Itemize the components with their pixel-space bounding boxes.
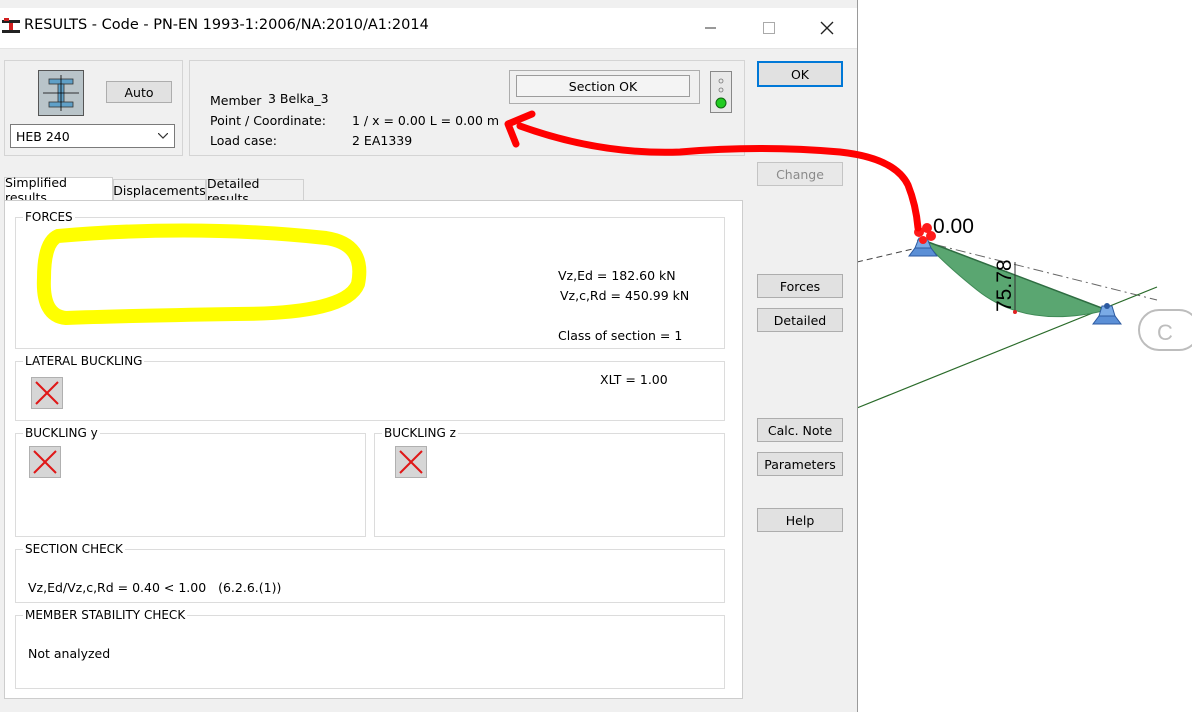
lateral-buckling-title: LATERAL BUCKLING xyxy=(23,354,145,368)
app-icon xyxy=(2,18,20,33)
forces-button[interactable]: Forces xyxy=(757,274,843,298)
red-x-icon xyxy=(399,450,423,474)
lateral-buckling-group xyxy=(15,361,725,421)
section-class-value: Class of section = 1 xyxy=(558,328,683,343)
vz-ed-value: Vz,Ed = 182.60 kN xyxy=(558,268,676,283)
buckling-z-title: BUCKLING z xyxy=(382,426,458,440)
section-profile-icon[interactable] xyxy=(38,70,84,116)
change-button[interactable]: Change xyxy=(757,162,843,186)
member-stability-group xyxy=(15,615,725,689)
buckling-z-disabled-icon[interactable] xyxy=(395,446,427,478)
xlt-value: XLT = 1.00 xyxy=(600,372,668,387)
point-label: Point / Coordinate: xyxy=(210,113,326,128)
buckling-y-group xyxy=(15,433,366,537)
red-x-icon xyxy=(35,381,59,405)
minimize-icon xyxy=(705,27,716,29)
viewport-value-side: 75.78 xyxy=(993,259,1016,312)
help-button[interactable]: Help xyxy=(757,508,843,532)
status-led-icon xyxy=(715,78,727,109)
tab-detailed-results[interactable]: Detailed results xyxy=(206,176,304,206)
section-select[interactable]: HEB 240 xyxy=(10,124,175,148)
vz-c-rd-value: Vz,c,Rd = 450.99 kN xyxy=(560,288,690,303)
buckling-y-disabled-icon[interactable] xyxy=(29,446,61,478)
calc-note-button[interactable]: Calc. Note xyxy=(757,418,843,442)
viewport-value-top: 0.00 xyxy=(933,215,974,238)
maximize-icon xyxy=(763,22,775,34)
lateral-buckling-disabled-icon[interactable] xyxy=(31,377,63,409)
section-check-result: Vz,Ed/Vz,c,Rd = 0.40 < 1.00 (6.2.6.(1)) xyxy=(28,580,282,595)
ok-button[interactable]: OK xyxy=(757,61,843,87)
tab-displacements[interactable]: Displacements xyxy=(113,179,206,201)
auto-button[interactable]: Auto xyxy=(106,81,172,103)
member-label: Member xyxy=(210,93,262,108)
detailed-button[interactable]: Detailed xyxy=(757,308,843,332)
window-title: RESULTS - Code - PN-EN 1993-1:2006/NA:20… xyxy=(24,17,429,33)
status-text: Section OK xyxy=(516,75,690,97)
maximize-button[interactable] xyxy=(740,8,798,48)
member-stability-result: Not analyzed xyxy=(28,646,111,661)
loadcase-value: 2 EA1339 xyxy=(352,133,413,148)
viewport-canvas[interactable]: 0.00 75.78 C xyxy=(857,0,1192,712)
chevron-down-icon xyxy=(158,133,168,139)
yellow-highlight-annotation xyxy=(36,223,367,325)
buckling-y-title: BUCKLING y xyxy=(23,426,100,440)
section-check-title: SECTION CHECK xyxy=(23,542,125,556)
minimize-button[interactable] xyxy=(682,8,740,48)
section-select-value: HEB 240 xyxy=(16,128,70,144)
red-x-icon xyxy=(33,450,57,474)
grid-line-dashed xyxy=(857,247,918,263)
tab-simplified-results[interactable]: Simplified results xyxy=(4,175,113,205)
i-beam-icon xyxy=(43,75,79,111)
point-value: 1 / x = 0.00 L = 0.00 m xyxy=(352,113,500,128)
grid-label-letter: C xyxy=(1157,320,1173,345)
member-stability-title: MEMBER STABILITY CHECK xyxy=(23,608,188,622)
traffic-light-icon xyxy=(710,71,732,113)
loadcase-label: Load case: xyxy=(210,133,277,148)
close-button[interactable] xyxy=(798,8,856,48)
member-value: 3 Belka_3 xyxy=(268,91,329,106)
parameters-button[interactable]: Parameters xyxy=(757,452,843,476)
close-icon xyxy=(820,21,834,35)
